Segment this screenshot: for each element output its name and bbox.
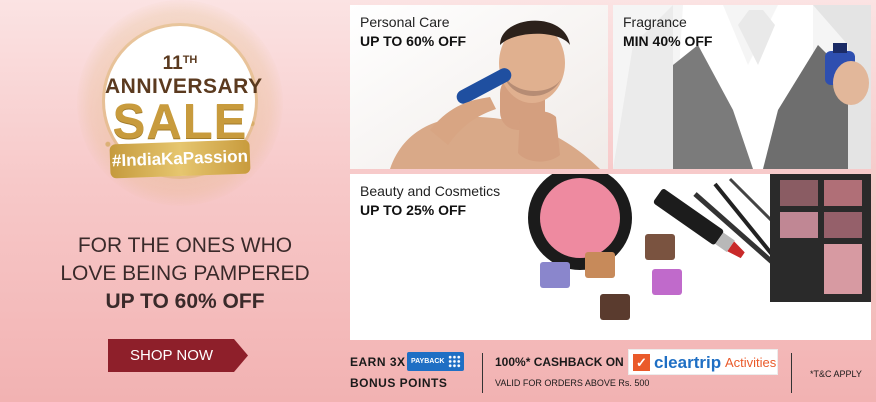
terms-note: *T&C APPLY (810, 369, 862, 379)
bonus-points-label: BONUS POINTS (350, 376, 448, 390)
tile-beauty-cosmetics[interactable]: Beauty and Cosmetics UP TO 25% OFF (350, 174, 871, 340)
valid-orders-text: VALID FOR ORDERS ABOVE Rs. 500 (495, 378, 650, 388)
cleartrip-check-icon: ✓ (633, 354, 650, 371)
hashtag-banner: #IndiaKaPassion (109, 139, 251, 179)
tagline-discount: UP TO 60% OFF (105, 290, 265, 313)
earn-label: EARN 3X (350, 355, 406, 369)
shop-now-button[interactable]: SHOP NOW (108, 339, 248, 372)
footer-divider (791, 353, 792, 393)
tile-title: Fragrance (623, 14, 687, 30)
tile-personal-care[interactable]: Personal Care UP TO 60% OFF (350, 5, 608, 169)
tagline-line-2: LOVE BEING PAMPERED (60, 262, 310, 285)
left-promo-panel: 11TH ANNIVERSARY SALE #IndiaKaPassion FO… (0, 0, 350, 402)
cashback-label: 100%* CASHBACK ON (495, 355, 624, 369)
tile-fragrance[interactable]: Fragrance MIN 40% OFF (613, 5, 871, 169)
tile-offer: UP TO 60% OFF (360, 33, 467, 49)
offers-footer: EARN 3X PAYBACK BONUS POINTS 100%* CASHB… (350, 343, 876, 402)
tile-title: Personal Care (360, 14, 450, 30)
cleartrip-name: cleartrip (654, 353, 722, 372)
anniversary-number: 11TH (162, 53, 198, 74)
tagline-line-1: FOR THE ONES WHO (77, 234, 293, 257)
tile-offer: UP TO 25% OFF (360, 202, 467, 218)
payback-dots-icon (448, 355, 461, 368)
tile-title: Beauty and Cosmetics (360, 183, 501, 199)
footer-divider (482, 353, 483, 393)
payback-logo: PAYBACK (407, 352, 464, 371)
tile-offer: MIN 40% OFF (623, 33, 713, 49)
activities-label: Activities (725, 355, 777, 370)
cleartrip-activities-logo: ✓ cleartrip Activities (628, 349, 778, 375)
